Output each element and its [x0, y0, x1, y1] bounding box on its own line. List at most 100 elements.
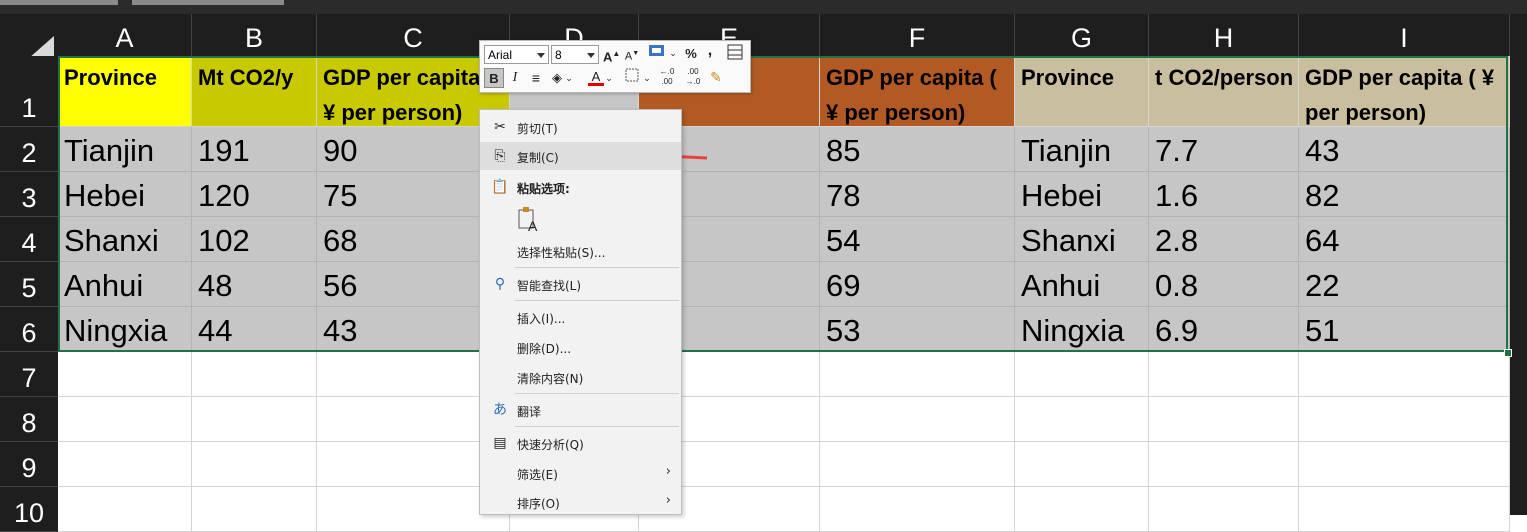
column-header-h[interactable]: H	[1149, 14, 1299, 56]
empty-cell-i8[interactable]	[1299, 397, 1510, 442]
menu-item-paste-special[interactable]: 选择性粘贴(S)...	[480, 237, 681, 265]
empty-cell-f9[interactable]	[820, 442, 1015, 487]
data-cell-h6[interactable]: 6.9	[1149, 307, 1299, 352]
row-header-1[interactable]: 1	[0, 56, 58, 127]
menu-item-filter[interactable]: 筛选(E) ›	[480, 459, 681, 487]
empty-cell-b9[interactable]	[192, 442, 317, 487]
data-cell-h4[interactable]: 2.8	[1149, 217, 1299, 262]
column-header-b[interactable]: B	[192, 14, 317, 56]
decrease-decimal-button[interactable]: .00 →.0	[681, 67, 705, 87]
select-all-button[interactable]	[0, 14, 58, 66]
font-name-box[interactable]: Arial	[484, 45, 549, 64]
data-cell-i5[interactable]: 22	[1299, 262, 1510, 307]
fill-handle[interactable]	[1504, 349, 1512, 357]
empty-cell-g9[interactable]	[1015, 442, 1149, 487]
format-cells-button[interactable]	[725, 44, 745, 64]
row-header-7[interactable]: 7	[0, 352, 58, 397]
empty-cell-i7[interactable]	[1299, 352, 1510, 397]
empty-cell-h9[interactable]	[1149, 442, 1299, 487]
font-color-button[interactable]: A	[588, 67, 604, 87]
data-cell-g4[interactable]: Shanxi	[1015, 217, 1149, 262]
menu-item-clear-contents[interactable]: 清除内容(N)	[480, 363, 681, 391]
column-header-i[interactable]: I	[1299, 14, 1510, 56]
data-cell-g6[interactable]: Ningxia	[1015, 307, 1149, 352]
menu-item-cut[interactable]: ✂ 剪切(T)	[480, 113, 681, 141]
menu-item-sort[interactable]: 排序(O) ›	[480, 488, 681, 516]
percent-button[interactable]: %	[683, 44, 699, 64]
shrink-font-button[interactable]: A▼	[624, 44, 640, 64]
data-cell-a2[interactable]: Tianjin	[58, 127, 192, 172]
empty-cell-b10[interactable]	[192, 487, 317, 532]
data-cell-i3[interactable]: 82	[1299, 172, 1510, 217]
row-header-2[interactable]: 2	[0, 127, 58, 172]
bold-button[interactable]: B	[484, 68, 504, 88]
column-header-f[interactable]: F	[820, 14, 1015, 56]
header-cell-f1[interactable]: GDP per capita ( ¥ per person)	[820, 56, 1015, 127]
empty-cell-a10[interactable]	[58, 487, 192, 532]
data-cell-b3[interactable]: 120	[192, 172, 317, 217]
header-cell-h1[interactable]: t CO2/person	[1149, 56, 1299, 127]
menu-item-copy[interactable]: ⎘ 复制(C)	[480, 142, 681, 170]
grow-font-button[interactable]: A▲	[603, 44, 620, 64]
data-cell-i2[interactable]: 43	[1299, 127, 1510, 172]
empty-cell-f8[interactable]	[820, 397, 1015, 442]
data-cell-h3[interactable]: 1.6	[1149, 172, 1299, 217]
data-cell-i4[interactable]: 64	[1299, 217, 1510, 262]
empty-cell-i10[interactable]	[1299, 487, 1510, 532]
empty-cell-f10[interactable]	[820, 487, 1015, 532]
menu-item-translate[interactable]: あ 翻译	[480, 396, 681, 424]
borders-button[interactable]	[623, 68, 641, 88]
chevron-down-icon[interactable]: ⌄	[643, 68, 651, 88]
accounting-format-button[interactable]	[646, 43, 668, 63]
increase-decimal-button[interactable]: ←.0 .00	[655, 67, 679, 87]
data-cell-b4[interactable]: 102	[192, 217, 317, 262]
chevron-down-icon[interactable]: ⌄	[669, 43, 677, 63]
font-size-box[interactable]: 8	[551, 45, 599, 64]
empty-cell-a9[interactable]	[58, 442, 192, 487]
menu-item-insert[interactable]: 插入(I)...	[480, 303, 681, 331]
row-header-5[interactable]: 5	[0, 262, 58, 307]
empty-cell-g7[interactable]	[1015, 352, 1149, 397]
empty-cell-i9[interactable]	[1299, 442, 1510, 487]
data-cell-b2[interactable]: 191	[192, 127, 317, 172]
empty-cell-b7[interactable]	[192, 352, 317, 397]
data-cell-b6[interactable]: 44	[192, 307, 317, 352]
format-painter-icon[interactable]: ✎	[707, 67, 725, 87]
row-header-9[interactable]: 9	[0, 442, 58, 487]
row-header-10[interactable]: 10	[0, 487, 58, 532]
data-cell-g5[interactable]: Anhui	[1015, 262, 1149, 307]
empty-cell-a7[interactable]	[58, 352, 192, 397]
data-cell-h5[interactable]: 0.8	[1149, 262, 1299, 307]
data-cell-f5[interactable]: 69	[820, 262, 1015, 307]
data-cell-f2[interactable]: 85	[820, 127, 1015, 172]
empty-cell-g10[interactable]	[1015, 487, 1149, 532]
empty-cell-f7[interactable]	[820, 352, 1015, 397]
menu-item-delete[interactable]: 删除(D)...	[480, 333, 681, 361]
empty-cell-h7[interactable]	[1149, 352, 1299, 397]
data-cell-g2[interactable]: Tianjin	[1015, 127, 1149, 172]
data-cell-a3[interactable]: Hebei	[58, 172, 192, 217]
data-cell-b5[interactable]: 48	[192, 262, 317, 307]
italic-button[interactable]: I	[507, 68, 523, 88]
fill-color-icon[interactable]: ◈	[549, 68, 565, 88]
data-cell-a4[interactable]: Shanxi	[58, 217, 192, 262]
header-cell-i1[interactable]: GDP per capita ( ¥ per person)	[1299, 56, 1510, 127]
data-cell-a6[interactable]: Ningxia	[58, 307, 192, 352]
row-header-3[interactable]: 3	[0, 172, 58, 217]
chevron-down-icon[interactable]: ⌄	[565, 68, 573, 88]
menu-item-quick-analysis[interactable]: ▤ 快速分析(Q)	[480, 429, 681, 457]
menu-item-smart-lookup[interactable]: ⚲ 智能查找(L)	[480, 270, 681, 298]
data-cell-g3[interactable]: Hebei	[1015, 172, 1149, 217]
data-cell-f3[interactable]: 78	[820, 172, 1015, 217]
data-cell-i6[interactable]: 51	[1299, 307, 1510, 352]
data-cell-f6[interactable]: 53	[820, 307, 1015, 352]
row-header-4[interactable]: 4	[0, 217, 58, 262]
empty-cell-g8[interactable]	[1015, 397, 1149, 442]
data-cell-h2[interactable]: 7.7	[1149, 127, 1299, 172]
data-cell-a5[interactable]: Anhui	[58, 262, 192, 307]
empty-cell-h10[interactable]	[1149, 487, 1299, 532]
chevron-down-icon[interactable]: ⌄	[605, 68, 613, 88]
header-cell-b1[interactable]: Mt CO2/y	[192, 56, 317, 127]
header-cell-g1[interactable]: Province	[1015, 56, 1149, 127]
column-header-g[interactable]: G	[1015, 14, 1149, 56]
